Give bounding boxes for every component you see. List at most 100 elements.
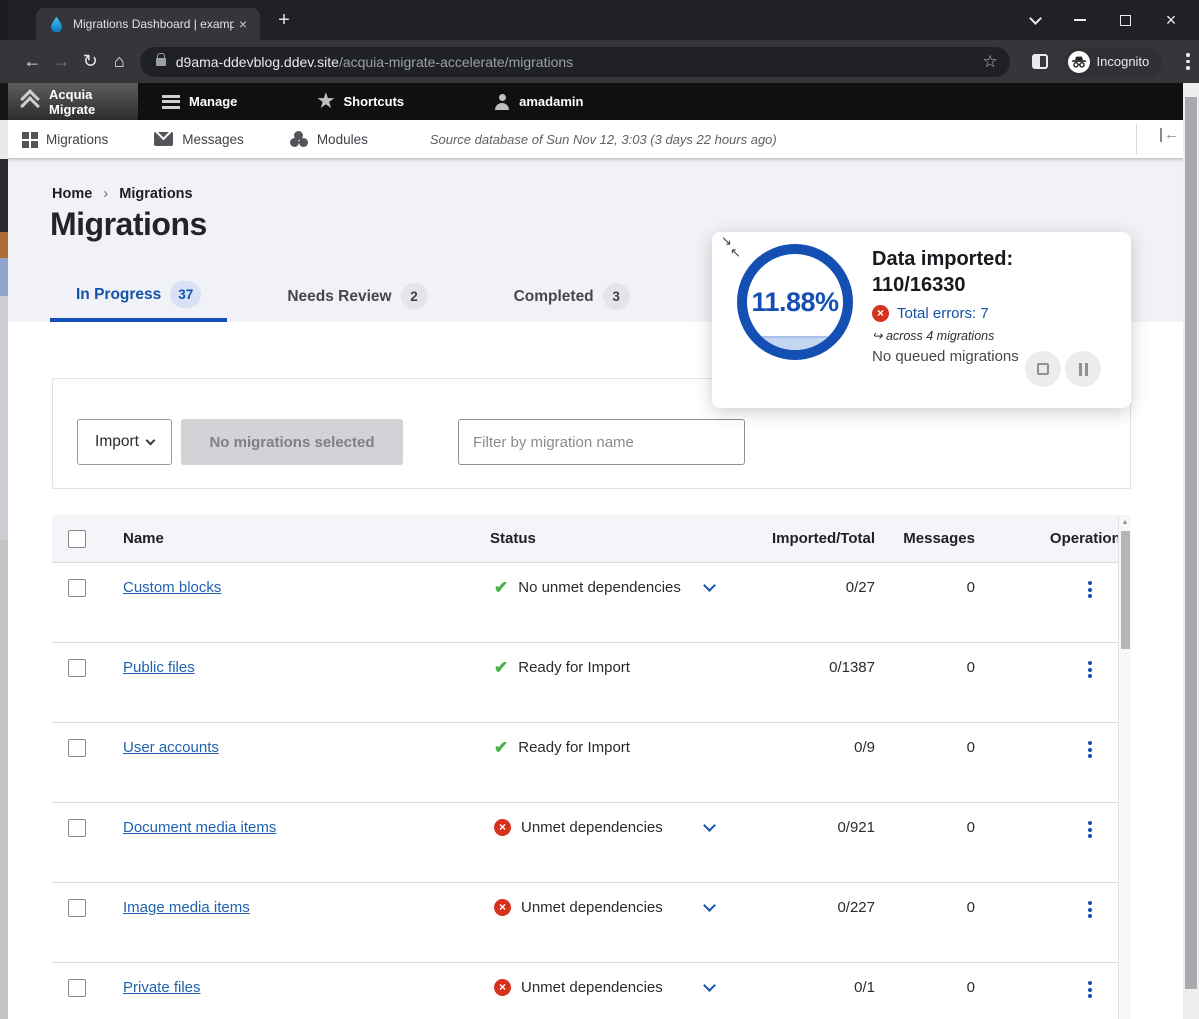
data-imported-label: Data imported:	[872, 246, 1122, 272]
imported-total: 0/921	[724, 803, 877, 882]
modules-nav-item[interactable]: Modules	[276, 131, 382, 147]
select-all-checkbox[interactable]	[68, 530, 86, 548]
lock-icon	[156, 58, 166, 66]
expand-chevron-icon[interactable]	[703, 579, 716, 592]
header-messages: Messages	[877, 530, 992, 547]
user-label: amadamin	[519, 94, 583, 109]
migration-link[interactable]: Image media items	[123, 899, 250, 916]
row-checkbox[interactable]	[68, 739, 86, 757]
tab-close-icon[interactable]: ×	[234, 15, 252, 33]
data-imported-fraction: 110/16330	[872, 272, 1122, 298]
status-text: Unmet dependencies	[521, 979, 663, 996]
messages-nav-item[interactable]: Messages	[140, 132, 258, 147]
breadcrumb-home-link[interactable]: Home	[52, 186, 92, 202]
acquia-migrate-brand[interactable]: Acquia Migrate	[8, 83, 138, 120]
tab-count-badge: 3	[603, 283, 630, 310]
imported-total: 0/9	[724, 723, 877, 802]
tab-label: In Progress	[76, 286, 161, 304]
operations-menu-button[interactable]	[1088, 899, 1092, 918]
table-row: User accounts ✔ Ready for Import 0/9 0	[52, 722, 1131, 802]
reload-button[interactable]: ↻	[76, 46, 105, 78]
operations-menu-button[interactable]	[1088, 659, 1092, 678]
row-checkbox[interactable]	[68, 819, 86, 837]
source-database-note: Source database of Sun Nov 12, 3:03 (3 d…	[430, 132, 777, 147]
toolbar-collapse-icon	[1160, 128, 1163, 142]
minimize-button[interactable]	[1064, 0, 1096, 40]
table-row: Private files × Unmet dependencies 0/1 0	[52, 962, 1131, 1019]
admin-toolbar: Acquia Migrate Manage ★ Shortcuts amadam…	[8, 83, 1199, 120]
migrations-nav-label: Migrations	[46, 132, 108, 147]
table-scrollbar[interactable]: ▲	[1118, 517, 1131, 1019]
row-checkbox[interactable]	[68, 899, 86, 917]
table-scrollbar-thumb[interactable]	[1121, 531, 1130, 649]
maximize-icon	[1120, 15, 1131, 26]
messages-count: 0	[877, 963, 992, 1019]
header-name: Name	[123, 530, 490, 547]
migration-link[interactable]: User accounts	[123, 739, 219, 756]
expand-chevron-icon[interactable]	[703, 819, 716, 832]
operations-menu-button[interactable]	[1088, 739, 1092, 758]
forward-button[interactable]: →	[47, 46, 76, 78]
screen: Migrations Dashboard | example × + × ← →…	[0, 0, 1199, 1019]
tab-in-progress[interactable]: In Progress 37	[50, 271, 227, 322]
header-status: Status	[490, 530, 724, 547]
messages-count: 0	[877, 803, 992, 882]
user-menu-item[interactable]: amadamin	[478, 83, 599, 120]
address-bar[interactable]: d9ama-ddevblog.ddev.site/acquia-migrate-…	[140, 47, 1010, 77]
header-imported: Imported/Total	[724, 530, 877, 547]
status-text: Ready for Import	[518, 739, 630, 756]
browser-tab[interactable]: Migrations Dashboard | example ×	[36, 8, 260, 40]
new-tab-button[interactable]: +	[270, 6, 298, 34]
page-scrollbar-thumb[interactable]	[1185, 97, 1197, 989]
row-checkbox[interactable]	[68, 579, 86, 597]
filter-input[interactable]	[458, 419, 745, 465]
manage-label: Manage	[189, 94, 237, 109]
migration-link[interactable]: Custom blocks	[123, 579, 221, 596]
imported-total: 0/1	[724, 963, 877, 1019]
toolbar-collapse-button[interactable]: ←	[1160, 128, 1180, 142]
total-errors-link[interactable]: Total errors: 7	[897, 305, 989, 322]
collapse-arrows-icon[interactable]: ↘↖	[721, 235, 741, 259]
bookmark-star-icon[interactable]: ☆	[983, 52, 998, 72]
url-path: /acquia-migrate-accelerate/migrations	[339, 54, 573, 70]
status-text: Unmet dependencies	[521, 819, 663, 836]
import-dropdown-button[interactable]: Import	[77, 419, 172, 465]
operations-menu-button[interactable]	[1088, 819, 1092, 838]
row-checkbox[interactable]	[68, 979, 86, 997]
side-panel-icon[interactable]	[1032, 54, 1048, 69]
migration-link[interactable]: Private files	[123, 979, 201, 996]
window-close-button[interactable]: ×	[1155, 0, 1187, 40]
operations-menu-button[interactable]	[1088, 979, 1092, 998]
browser-navbar: ← → ↻ ⌂ d9ama-ddevblog.ddev.site/acquia-…	[8, 40, 1199, 83]
migrations-nav-item[interactable]: Migrations	[16, 132, 122, 147]
scroll-up-icon[interactable]: ▲	[1119, 519, 1131, 526]
tab-completed[interactable]: Completed 3	[488, 271, 656, 322]
table-row: Custom blocks ✔ No unmet dependencies 0/…	[52, 562, 1131, 642]
header-operations: Operations	[992, 530, 1131, 547]
expand-chevron-icon[interactable]	[703, 899, 716, 912]
home-button[interactable]: ⌂	[105, 46, 134, 78]
tab-needs-review[interactable]: Needs Review 2	[261, 271, 453, 322]
operations-menu-button[interactable]	[1088, 579, 1092, 598]
browser-menu-button[interactable]	[1177, 53, 1199, 70]
progress-gauge: 11.88%	[737, 244, 853, 360]
expand-chevron-icon[interactable]	[703, 979, 716, 992]
browser-tab-bar: Migrations Dashboard | example × + ×	[8, 0, 1199, 40]
messages-count: 0	[877, 563, 992, 642]
stop-import-button[interactable]	[1025, 351, 1061, 387]
import-progress-card: ↘↖ 11.88% Data imported: 110/16330 × Tot…	[712, 232, 1131, 408]
migration-link[interactable]: Public files	[123, 659, 195, 676]
shortcuts-menu-item[interactable]: ★ Shortcuts	[301, 83, 420, 120]
back-button[interactable]: ←	[18, 46, 47, 78]
incognito-badge: Incognito	[1064, 47, 1164, 77]
manage-menu-item[interactable]: Manage	[146, 83, 253, 120]
tab-search-button[interactable]	[1019, 0, 1051, 40]
breadcrumb-current: Migrations	[119, 186, 192, 202]
migration-link[interactable]: Document media items	[123, 819, 276, 836]
page-scrollbar[interactable]	[1183, 83, 1199, 1019]
migrations-table: Name Status Imported/Total Messages Oper…	[52, 515, 1131, 1019]
row-checkbox[interactable]	[68, 659, 86, 677]
pause-import-button[interactable]	[1065, 351, 1101, 387]
modules-icon	[290, 131, 308, 147]
maximize-button[interactable]	[1109, 0, 1141, 40]
